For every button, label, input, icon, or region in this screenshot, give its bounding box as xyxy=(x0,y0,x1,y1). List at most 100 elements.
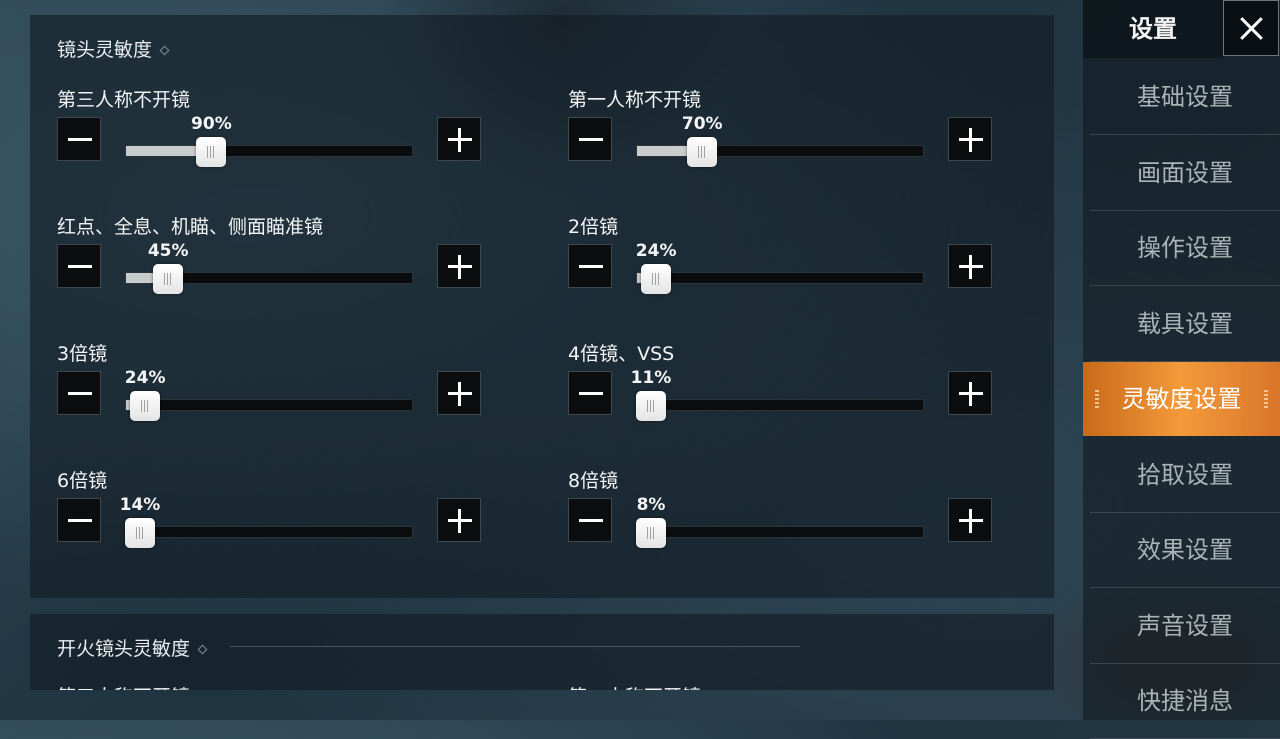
slider-track[interactable] xyxy=(125,526,413,538)
thumb-grip xyxy=(141,400,143,412)
increase-button[interactable] xyxy=(437,117,481,161)
sidebar-item-label: 灵敏度设置 xyxy=(1121,385,1242,413)
sidebar-item[interactable]: 拾取设置 xyxy=(1090,438,1280,513)
decrease-button[interactable] xyxy=(568,371,612,415)
slider-value: 24% xyxy=(124,368,166,388)
thumb-grip xyxy=(701,146,703,158)
thumb-grip xyxy=(653,400,654,412)
increase-button[interactable] xyxy=(437,498,481,542)
minus-icon xyxy=(68,519,92,522)
setting-label: 2倍镜 xyxy=(568,216,619,238)
plus-icon-vertical xyxy=(969,128,972,152)
plus-icon-vertical xyxy=(458,128,461,152)
sidebar-item[interactable]: 操作设置 xyxy=(1090,211,1280,286)
sidebar-title: 设置 xyxy=(1083,0,1223,58)
thumb-grip xyxy=(164,273,166,285)
section-title: 镜头灵敏度 xyxy=(57,35,170,62)
increase-button[interactable] xyxy=(437,371,481,415)
thumb-grip xyxy=(210,146,212,158)
sensitivity-panel: 镜头灵敏度 第三人称不开镜 90% 第一人称不开镜 70% 红点、全息、机瞄、侧面瞄准镜… xyxy=(30,15,1054,598)
sidebar-item[interactable]: 基础设置 xyxy=(1090,60,1280,135)
section-title-fire-text: 开火镜头灵敏度 xyxy=(57,638,191,660)
slider-thumb[interactable] xyxy=(636,518,666,548)
grip-dots-icon xyxy=(1264,390,1268,408)
settings-sidebar: 设置 基础设置画面设置操作设置载具设置灵敏度设置拾取设置效果设置声音设置快捷消息 xyxy=(1083,0,1280,739)
decrease-button[interactable] xyxy=(568,117,612,161)
decrease-button[interactable] xyxy=(57,117,101,161)
sidebar-item[interactable]: 声音设置 xyxy=(1090,589,1280,664)
slider-value: 8% xyxy=(636,495,666,515)
slider-track[interactable] xyxy=(636,526,924,538)
close-button[interactable] xyxy=(1223,0,1279,56)
increase-button[interactable] xyxy=(437,244,481,288)
sensitivity-setting: 6倍镜 14% xyxy=(57,466,497,576)
sensitivity-setting: 红点、全息、机瞄、侧面瞄准镜 45% xyxy=(57,212,497,322)
slider-value: 45% xyxy=(147,241,189,261)
increase-button[interactable] xyxy=(948,117,992,161)
diamond-icon xyxy=(159,45,170,56)
slider-thumb[interactable] xyxy=(130,391,161,421)
slider-track[interactable] xyxy=(125,145,413,157)
sidebar-item-label: 画面设置 xyxy=(1137,158,1233,187)
thumb-grip xyxy=(647,527,648,539)
sidebar-item[interactable]: 载具设置 xyxy=(1090,287,1280,362)
sidebar-item[interactable]: 快捷消息 xyxy=(1090,664,1280,739)
slider-thumb[interactable] xyxy=(153,264,184,294)
slider-value: 14% xyxy=(119,495,161,515)
minus-icon xyxy=(68,265,92,268)
increase-button[interactable] xyxy=(948,371,992,415)
thumb-grip xyxy=(647,400,648,412)
sensitivity-setting: 3倍镜 24% xyxy=(57,339,497,449)
sidebar-item-label: 操作设置 xyxy=(1137,234,1233,262)
sidebar-item[interactable]: 灵敏度设置 xyxy=(1083,362,1280,436)
decrease-button[interactable] xyxy=(57,244,101,288)
diamond-icon xyxy=(197,644,208,655)
thumb-grip xyxy=(147,400,149,412)
slider-track[interactable] xyxy=(636,399,924,411)
slider-track[interactable] xyxy=(636,145,924,157)
decrease-button[interactable] xyxy=(568,498,612,542)
sidebar-item-label: 效果设置 xyxy=(1137,536,1233,564)
decrease-button[interactable] xyxy=(568,244,612,288)
decrease-button[interactable] xyxy=(57,498,101,542)
slider-thumb[interactable] xyxy=(196,137,227,167)
slider-track[interactable] xyxy=(636,272,924,284)
thumb-grip xyxy=(139,527,140,539)
setting-label: 3倍镜 xyxy=(57,343,108,365)
sidebar-item-label: 基础设置 xyxy=(1137,83,1233,111)
sidebar-item[interactable]: 画面设置 xyxy=(1090,136,1280,211)
plus-icon-vertical xyxy=(969,382,972,406)
setting-label: 4倍镜、VSS xyxy=(568,343,675,365)
thumb-grip xyxy=(136,527,137,539)
minus-icon xyxy=(68,392,92,395)
thumb-grip xyxy=(652,273,654,285)
decrease-button[interactable] xyxy=(57,371,101,415)
slider-track[interactable] xyxy=(125,399,413,411)
increase-button[interactable] xyxy=(948,498,992,542)
thumb-grip xyxy=(650,400,651,412)
sensitivity-setting: 4倍镜、VSS 11% xyxy=(568,339,1008,449)
minus-icon xyxy=(68,138,92,141)
slider-thumb[interactable] xyxy=(636,391,666,421)
plus-icon-vertical xyxy=(458,509,461,533)
setting-label: 8倍镜 xyxy=(568,470,619,492)
slider-thumb[interactable] xyxy=(687,137,718,167)
plus-icon-vertical xyxy=(458,255,461,279)
sidebar-item-label: 快捷消息 xyxy=(1137,687,1233,715)
increase-button[interactable] xyxy=(948,244,992,288)
slider-value: 11% xyxy=(630,368,672,388)
thumb-grip xyxy=(658,273,660,285)
section-divider xyxy=(230,646,800,647)
sensitivity-setting: 8倍镜 8% xyxy=(568,466,1008,576)
plus-icon-vertical xyxy=(458,382,461,406)
slider-thumb[interactable] xyxy=(641,264,672,294)
grip-dots-icon xyxy=(1095,390,1099,408)
section-title-fire: 开火镜头灵敏度 xyxy=(57,634,208,661)
thumb-grip xyxy=(170,273,172,285)
minus-icon xyxy=(579,265,603,268)
slider-value: 70% xyxy=(681,114,723,134)
sidebar-item-label: 拾取设置 xyxy=(1137,460,1233,489)
sidebar-item[interactable]: 效果设置 xyxy=(1090,513,1280,588)
slider-value: 24% xyxy=(635,241,677,261)
slider-thumb[interactable] xyxy=(125,518,155,548)
